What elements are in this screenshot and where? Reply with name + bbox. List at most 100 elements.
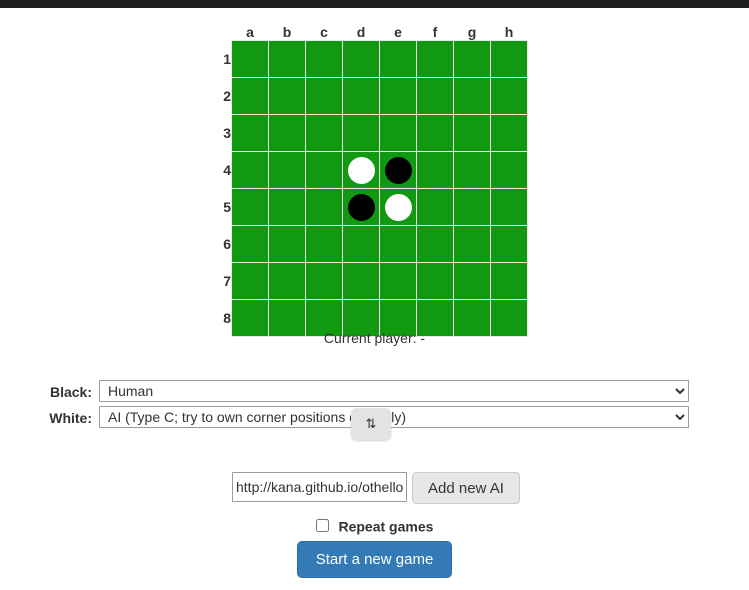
board-cell-b2[interactable]	[268, 77, 306, 115]
board-cell-c1[interactable]	[305, 40, 343, 78]
board-cell-h6[interactable]	[490, 225, 528, 263]
empty-cell-marker	[237, 157, 264, 184]
board-cell-g6[interactable]	[453, 225, 491, 263]
board-cell-e6[interactable]	[379, 225, 417, 263]
board-row: 1	[213, 40, 528, 78]
row-label-4: 4	[223, 162, 231, 178]
empty-cell-marker	[496, 157, 523, 184]
empty-cell-marker	[459, 268, 486, 295]
ai-url-input[interactable]	[232, 472, 407, 502]
board-corner-spacer	[213, 22, 232, 41]
empty-cell-marker	[459, 83, 486, 110]
row-label-1: 1	[223, 51, 231, 67]
board-cell-d3[interactable]	[342, 114, 380, 152]
empty-cell-marker	[311, 83, 338, 110]
board-cell-f2[interactable]	[416, 77, 454, 115]
empty-cell-marker	[385, 305, 412, 332]
column-header-row: a b c d e f g h	[213, 22, 528, 41]
board-cell-d4[interactable]	[342, 151, 380, 189]
board-cell-f4[interactable]	[416, 151, 454, 189]
board-cell-d7[interactable]	[342, 262, 380, 300]
board-cell-b4[interactable]	[268, 151, 306, 189]
board-cell-d5[interactable]	[342, 188, 380, 226]
board-cell-f5[interactable]	[416, 188, 454, 226]
board-cell-a2[interactable]	[231, 77, 269, 115]
board-cell-c7[interactable]	[305, 262, 343, 300]
board-cell-a1[interactable]	[231, 40, 269, 78]
board-body: 12345678	[213, 40, 528, 337]
empty-cell-marker	[459, 231, 486, 258]
empty-cell-marker	[311, 157, 338, 184]
board-cell-h2[interactable]	[490, 77, 528, 115]
empty-cell-marker	[274, 83, 301, 110]
board-cell-b6[interactable]	[268, 225, 306, 263]
board-cell-f1[interactable]	[416, 40, 454, 78]
column-label-h: h	[504, 24, 514, 40]
board-cell-e3[interactable]	[379, 114, 417, 152]
white-player-select[interactable]: AI (Type C; try to own corner positions …	[99, 406, 689, 428]
board-cell-a4[interactable]	[231, 151, 269, 189]
board-cell-e7[interactable]	[379, 262, 417, 300]
board-cell-e4[interactable]	[379, 151, 417, 189]
board-cell-h3[interactable]	[490, 114, 528, 152]
empty-cell-marker	[422, 231, 449, 258]
add-new-ai-button[interactable]: Add new AI	[412, 472, 520, 504]
empty-cell-marker	[274, 305, 301, 332]
empty-cell-marker	[459, 194, 486, 221]
othello-board[interactable]: a b c d e f g h 12345678	[213, 22, 528, 337]
row-label-7: 7	[223, 273, 231, 289]
board-cell-d6[interactable]	[342, 225, 380, 263]
board-cell-c5[interactable]	[305, 188, 343, 226]
board-cell-b5[interactable]	[268, 188, 306, 226]
column-label-b: b	[282, 24, 292, 40]
board-cell-h4[interactable]	[490, 151, 528, 189]
board-cell-b7[interactable]	[268, 262, 306, 300]
board-cell-b1[interactable]	[268, 40, 306, 78]
empty-cell-marker	[422, 46, 449, 73]
board-cell-b3[interactable]	[268, 114, 306, 152]
black-player-row: Black: Human	[0, 380, 749, 406]
board-cell-g5[interactable]	[453, 188, 491, 226]
start-game-row: Start a new game	[0, 541, 749, 578]
board-cell-d1[interactable]	[342, 40, 380, 78]
board-cell-c6[interactable]	[305, 225, 343, 263]
browser-top-bar	[0, 0, 749, 8]
board-cell-a7[interactable]	[231, 262, 269, 300]
board-cell-c3[interactable]	[305, 114, 343, 152]
white-disc	[347, 156, 375, 184]
board-cell-a6[interactable]	[231, 225, 269, 263]
board-cell-h5[interactable]	[490, 188, 528, 226]
column-label-c: c	[320, 24, 328, 40]
board-cell-d2[interactable]	[342, 77, 380, 115]
board-cell-g7[interactable]	[453, 262, 491, 300]
repeat-games-checkbox[interactable]	[315, 518, 329, 532]
empty-cell-marker	[496, 46, 523, 73]
board-cell-c4[interactable]	[305, 151, 343, 189]
board-cell-c2[interactable]	[305, 77, 343, 115]
board-cell-h1[interactable]	[490, 40, 528, 78]
board-cell-a5[interactable]	[231, 188, 269, 226]
board-row: 2	[213, 77, 528, 115]
board-cell-f3[interactable]	[416, 114, 454, 152]
board-cell-g3[interactable]	[453, 114, 491, 152]
black-player-select[interactable]: Human	[99, 380, 689, 402]
current-player-status: Current player: -	[323, 330, 426, 346]
empty-cell-marker	[237, 194, 264, 221]
board-cell-h7[interactable]	[490, 262, 528, 300]
up-down-arrow-icon: ⇅	[365, 416, 377, 431]
board-cell-g4[interactable]	[453, 151, 491, 189]
board-cell-g1[interactable]	[453, 40, 491, 78]
board-cell-a3[interactable]	[231, 114, 269, 152]
board-cell-e5[interactable]	[379, 188, 417, 226]
empty-cell-marker	[274, 157, 301, 184]
board-cell-e2[interactable]	[379, 77, 417, 115]
empty-cell-marker	[496, 194, 523, 221]
empty-cell-marker	[385, 120, 412, 147]
board-cell-e1[interactable]	[379, 40, 417, 78]
empty-cell-marker	[459, 120, 486, 147]
empty-cell-marker	[348, 83, 375, 110]
start-new-game-button[interactable]: Start a new game	[296, 541, 453, 578]
board-cell-f6[interactable]	[416, 225, 454, 263]
board-cell-f7[interactable]	[416, 262, 454, 300]
board-cell-g2[interactable]	[453, 77, 491, 115]
